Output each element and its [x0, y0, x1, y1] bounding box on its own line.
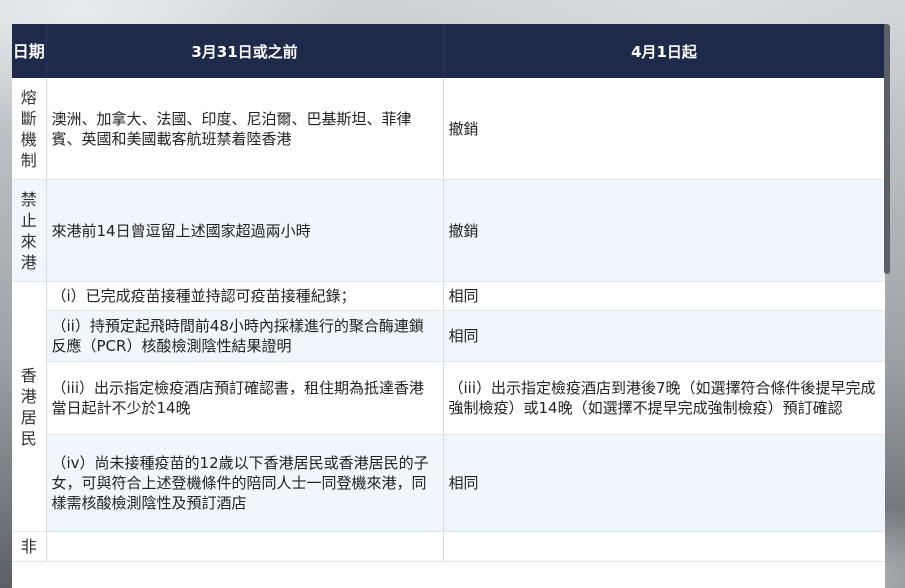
row-category: 禁止來港	[12, 179, 47, 282]
table-row: 禁止來港 來港前14日曾逗留上述國家超過兩小時 撤銷	[12, 179, 885, 282]
policy-comparison-table: 日期 3月31日或之前 4月1日起 熔斷機制 澳洲、加拿大、法國、印度、尼泊爾、…	[12, 24, 885, 562]
row-before: 來港前14日曾逗留上述國家超過兩小時	[46, 179, 444, 282]
row-category-residents: 香港居民	[12, 281, 47, 532]
row-after: 撤銷	[443, 179, 885, 282]
table-row: （ii）持預定起飛時間前48小時內採樣進行的聚合酶連鎖反應（PCR）核酸檢測陰性…	[12, 310, 885, 362]
row-after: 撤銷	[443, 78, 885, 180]
row-after: 相同	[443, 434, 885, 532]
row-before: 澳洲、加拿大、法國、印度、尼泊爾、巴基斯坦、菲律賓、英國和美國載客航班禁着陸香港	[46, 78, 444, 180]
row-after: 相同	[443, 281, 885, 311]
table-row: 香港居民 （i）已完成疫苗接種並持認可疫苗接種紀錄； 相同	[12, 281, 885, 532]
vertical-scrollbar[interactable]	[884, 24, 890, 274]
row-category: 熔斷機制	[12, 78, 47, 180]
header-after: 4月1日起	[443, 24, 885, 78]
row-after: 相同	[443, 310, 885, 362]
row-before: （ii）持預定起飛時間前48小時內採樣進行的聚合酶連鎖反應（PCR）核酸檢測陰性…	[46, 310, 444, 362]
row-before: （iii）出示指定檢疫酒店預訂確認書，租住期為抵達香港當日起計不少於14晚	[46, 361, 444, 435]
table-header-row: 日期 3月31日或之前 4月1日起	[12, 24, 885, 78]
table-row: （iv）尚未接種疫苗的12歲以下香港居民或香港居民的子女，可與符合上述登機條件的…	[12, 434, 885, 532]
table-row-partial: 非	[12, 531, 885, 562]
row-before: （i）已完成疫苗接種並持認可疫苗接種紀錄；	[46, 281, 444, 311]
row-before: （iv）尚未接種疫苗的12歲以下香港居民或香港居民的子女，可與符合上述登機條件的…	[46, 434, 444, 532]
table-row: （iii）出示指定檢疫酒店預訂確認書，租住期為抵達香港當日起計不少於14晚 （i…	[12, 361, 885, 435]
table-row: 熔斷機制 澳洲、加拿大、法國、印度、尼泊爾、巴基斯坦、菲律賓、英國和美國載客航班…	[12, 78, 885, 180]
row-after: （iii）出示指定檢疫酒店到港後7晚（如選擇符合條件後提早完成強制檢疫）或14晚…	[443, 361, 885, 435]
header-before: 3月31日或之前	[46, 24, 444, 78]
policy-table-panel: 日期 3月31日或之前 4月1日起 熔斷機制 澳洲、加拿大、法國、印度、尼泊爾、…	[12, 24, 885, 588]
row-before	[46, 531, 444, 562]
row-after	[443, 531, 885, 562]
header-date: 日期	[12, 24, 47, 78]
row-category: 非	[12, 531, 47, 562]
